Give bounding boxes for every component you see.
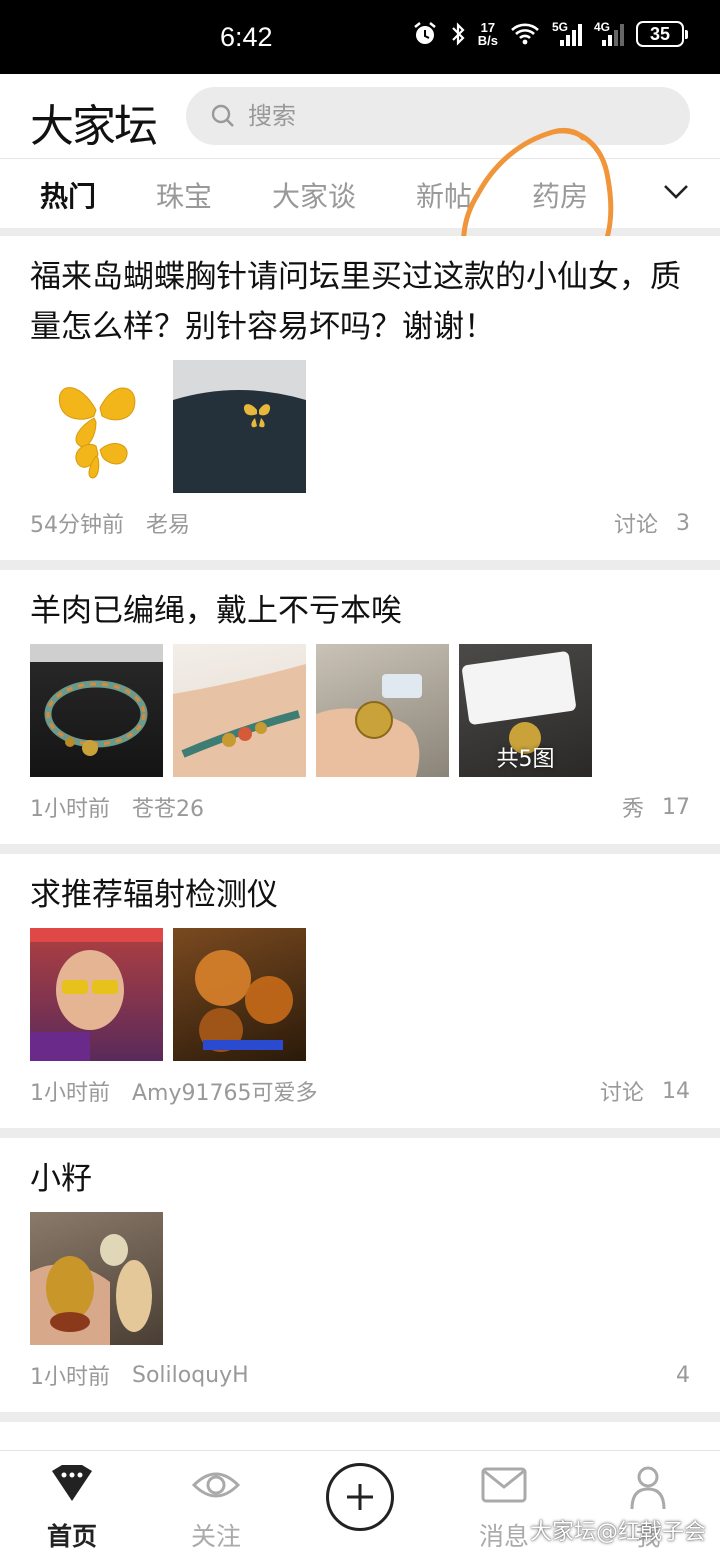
post-title[interactable]: 小籽	[30, 1138, 690, 1204]
post-author[interactable]: Amy91765可爱多	[132, 1075, 318, 1107]
battery-level: 35	[649, 23, 671, 44]
post-images	[30, 928, 690, 1061]
post-image-certificate[interactable]: 共5图	[459, 644, 592, 777]
alarm-icon	[413, 22, 436, 44]
post-time: 54分钟前	[30, 513, 124, 538]
post-image-braided-bracelet[interactable]	[30, 644, 163, 777]
mail-icon	[481, 1467, 527, 1503]
post-author[interactable]: 苍苍26	[132, 791, 204, 823]
post-tag: 讨论	[599, 1081, 644, 1106]
nav-home-label: 首页	[46, 1522, 97, 1551]
post-card[interactable]: 福来岛蝴蝶胸针请问坛里买过这款的小仙女，质量怎么样？别针容易坏吗？谢谢！ 54分…	[0, 236, 720, 560]
app-logo[interactable]: 大家坛	[30, 90, 158, 154]
post-meta: 1小时前 Amy91765可爱多 讨论 14	[30, 1061, 690, 1121]
tab-hot[interactable]: 热门	[40, 175, 96, 215]
post-image-bracelet-on-wrist[interactable]	[173, 644, 306, 777]
post-image-brooch-on-collar[interactable]	[173, 360, 306, 493]
signal-4g-icon: 4G	[594, 20, 624, 48]
post-image-jade-pebbles[interactable]	[30, 1212, 163, 1345]
eye-icon	[192, 1472, 240, 1498]
tab-new-posts[interactable]: 新帖	[416, 175, 472, 215]
nav-follow[interactable]: 关注	[156, 1451, 276, 1559]
post-comment-count: 3	[676, 510, 690, 536]
wifi-icon	[511, 23, 539, 45]
post-comment-count: 4	[676, 1362, 690, 1388]
post-comment-count: 14	[662, 1078, 690, 1104]
post-author[interactable]: SoliloquyH	[132, 1363, 249, 1388]
watermark: 大家坛@红戟子会	[529, 1520, 706, 1545]
post-tag: 讨论	[613, 513, 658, 538]
post-card[interactable]: 求推荐辐射检测仪 1小时前 Amy91765可爱多 讨论 14	[0, 854, 720, 1128]
post-meta: 1小时前 苍苍26 秀 17	[30, 777, 690, 837]
signal-5g-icon: 5G	[552, 20, 582, 48]
post-image-butterfly-brooch[interactable]	[30, 360, 163, 493]
post-image-video-man-glasses[interactable]	[30, 928, 163, 1061]
post-title[interactable]: 羊肉已编绳，戴上不亏本唉	[30, 570, 690, 636]
post-title[interactable]: 求推荐辐射检测仪	[30, 854, 690, 920]
nav-follow-label: 关注	[190, 1522, 241, 1551]
status-bar: 6:42 17 B/s 5G 4G 35	[0, 0, 720, 74]
post-comment-count: 17	[662, 794, 690, 820]
status-time: 6:42	[220, 22, 273, 52]
status-icons: 17 B/s 5G 4G 35	[412, 20, 688, 48]
nav-home[interactable]: 首页	[12, 1451, 132, 1559]
tab-jewelry[interactable]: 珠宝	[156, 175, 212, 215]
person-icon	[630, 1466, 666, 1509]
post-image-gold-coin-pendant[interactable]	[316, 644, 449, 777]
post-tag: 秀	[621, 797, 644, 822]
post-time: 1小时前	[30, 1365, 110, 1390]
post-meta: 54分钟前 老易 讨论 3	[30, 493, 690, 553]
post-card[interactable]: 小籽 1小时前 SoliloquyH 4	[0, 1138, 720, 1412]
post-time: 1小时前	[30, 797, 110, 822]
tab-discussion[interactable]: 大家谈	[272, 175, 356, 215]
post-feed: 福来岛蝴蝶胸针请问坛里买过这款的小仙女，质量怎么样？别针容易坏吗？谢谢！ 54分…	[0, 236, 720, 1492]
category-tabs: 热门 珠宝 大家谈 新帖 药房	[0, 158, 720, 228]
post-meta: 1小时前 SoliloquyH 4	[30, 1345, 690, 1405]
battery-icon: 35	[636, 21, 688, 47]
app-header: 大家坛	[0, 74, 720, 158]
post-card[interactable]: 羊肉已编绳，戴上不亏本唉 共5图 1小时前 苍苍26 秀 17	[0, 570, 720, 844]
tab-pharmacy[interactable]: 药房	[532, 175, 588, 215]
post-author[interactable]: 老易	[146, 507, 190, 539]
post-images	[30, 360, 690, 493]
post-title[interactable]: 福来岛蝴蝶胸针请问坛里买过这款的小仙女，质量怎么样？别针容易坏吗？谢谢！	[30, 236, 690, 352]
chevron-down-icon[interactable]	[662, 177, 690, 205]
net-speed-unit: B/s	[477, 33, 498, 48]
post-images	[30, 1212, 690, 1345]
search-bar[interactable]	[186, 87, 690, 145]
home-diamond-icon	[52, 1465, 92, 1501]
image-count-label: 共5图	[496, 747, 555, 772]
new-post-button[interactable]	[326, 1463, 394, 1531]
search-input[interactable]	[248, 102, 648, 130]
net-speed: 17 B/s	[478, 21, 498, 47]
search-icon	[211, 104, 234, 127]
post-image-video-amber-beads[interactable]	[173, 928, 306, 1061]
bluetooth-icon	[451, 22, 465, 46]
post-images: 共5图	[30, 644, 690, 777]
post-time: 1小时前	[30, 1081, 110, 1106]
